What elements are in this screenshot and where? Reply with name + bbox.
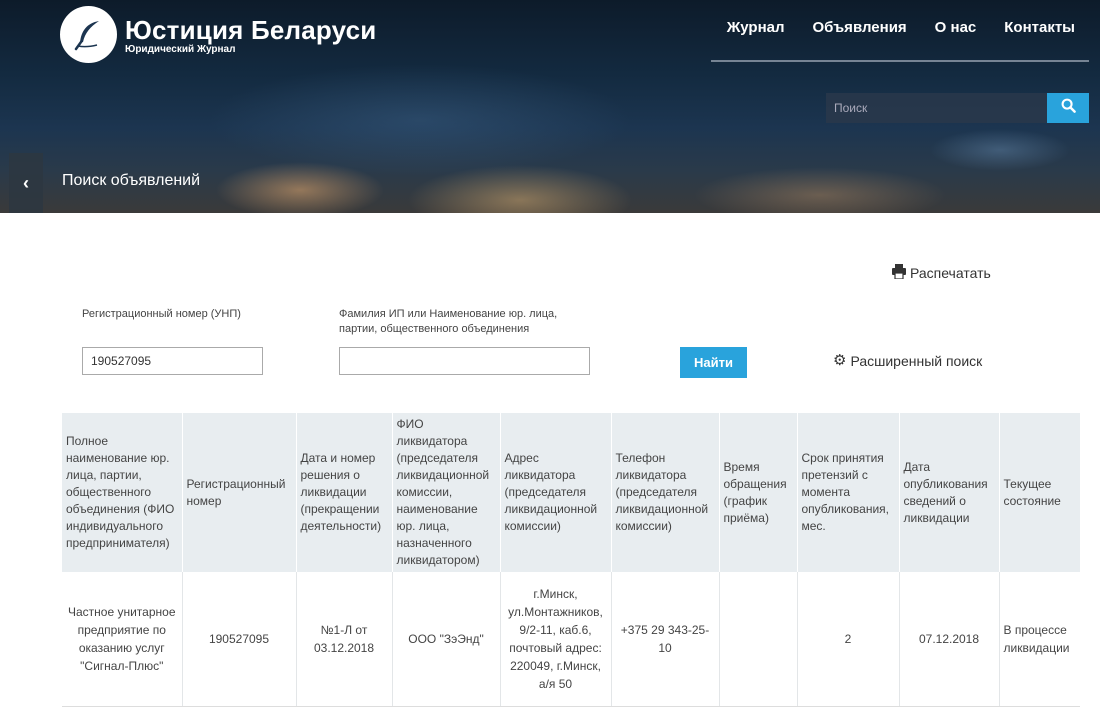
- col-header-decision-date: Дата и номер решения о ликвидации (прекр…: [296, 413, 393, 572]
- nav-about[interactable]: О нас: [935, 19, 977, 36]
- site-subtitle: Юридический Журнал: [125, 43, 236, 55]
- printer-icon: [891, 264, 910, 282]
- cell-current-status: В процессе ликвидации: [999, 572, 1080, 707]
- col-header-reception-time: Время обращения (график приёма): [719, 413, 798, 572]
- nav-divider: [711, 60, 1089, 62]
- search-input[interactable]: [826, 93, 1047, 123]
- print-label: Распечатать: [910, 265, 991, 281]
- chevron-left-icon: ‹: [23, 172, 29, 193]
- name-input[interactable]: [339, 347, 590, 375]
- col-header-liquidator-name: ФИО ликвидатора (председателя ликвидацио…: [392, 413, 501, 572]
- col-header-liquidator-address: Адрес ликвидатора (председателя ликвидац…: [500, 413, 612, 572]
- header-search: [826, 93, 1089, 123]
- table-row: Частное унитарное предприятие по оказани…: [62, 572, 1080, 707]
- col-header-claims-period: Срок принятия претензий с момента опубли…: [797, 413, 900, 572]
- quill-feather-icon: [60, 6, 117, 63]
- col-header-current-status: Текущее состояние: [999, 413, 1080, 572]
- header-banner: Юстиция Беларуси Юридический Журнал Журн…: [0, 0, 1100, 213]
- table-header-row: Полное наименование юр. лица, партии, об…: [62, 413, 1080, 572]
- name-label: Фамилия ИП или Наименование юр. лица, па…: [339, 308, 558, 335]
- nav-journal[interactable]: Журнал: [727, 19, 785, 36]
- cell-reg-number: 190527095: [182, 572, 297, 707]
- search-icon: [1061, 98, 1076, 118]
- col-header-publication-date: Дата опубликования сведений о ликвидации: [899, 413, 1000, 572]
- cell-decision-date: №1-Л от 03.12.2018: [296, 572, 393, 707]
- col-header-liquidator-phone: Телефон ликвидатора (председателя ликвид…: [611, 413, 720, 572]
- nav-contacts[interactable]: Контакты: [1004, 19, 1075, 36]
- nav-announcements[interactable]: Объявления: [813, 19, 907, 36]
- back-button[interactable]: ‹: [9, 153, 43, 213]
- page-title: Поиск объявлений: [62, 172, 201, 189]
- find-button[interactable]: Найти: [680, 347, 747, 378]
- site-title: Юстиция Беларуси: [125, 14, 377, 45]
- cell-liquidator-name: ООО "ЗэЭнд": [392, 572, 501, 707]
- cell-full-name: Частное унитарное предприятие по оказани…: [62, 572, 183, 707]
- search-button[interactable]: [1047, 93, 1089, 123]
- gear-icon: ⚙: [833, 352, 847, 369]
- cell-publication-date: 07.12.2018: [899, 572, 1000, 707]
- main-nav: Журнал Объявления О нас Контакты: [699, 19, 1075, 36]
- site-logo[interactable]: Юстиция Беларуси Юридический Журнал: [60, 6, 376, 63]
- unp-label: Регистрационный номер (УНП): [82, 308, 241, 320]
- unp-input[interactable]: [82, 347, 263, 375]
- cell-claims-period: 2: [797, 572, 900, 707]
- cell-liquidator-address: г.Минск, ул.Монтажников, 9/2-11, каб.6, …: [500, 572, 612, 707]
- col-header-reg-number: Регистрационный номер: [182, 413, 297, 572]
- cell-reception-time: [719, 572, 798, 707]
- cell-liquidator-phone: +375 29 343-25-10: [611, 572, 720, 707]
- advanced-search-label: Расширенный поиск: [850, 353, 983, 369]
- results-table: Полное наименование юр. лица, партии, об…: [62, 413, 1080, 707]
- col-header-full-name: Полное наименование юр. лица, партии, об…: [62, 413, 183, 572]
- print-link[interactable]: Распечатать: [891, 264, 991, 282]
- advanced-search-link[interactable]: ⚙ Расширенный поиск: [833, 353, 982, 369]
